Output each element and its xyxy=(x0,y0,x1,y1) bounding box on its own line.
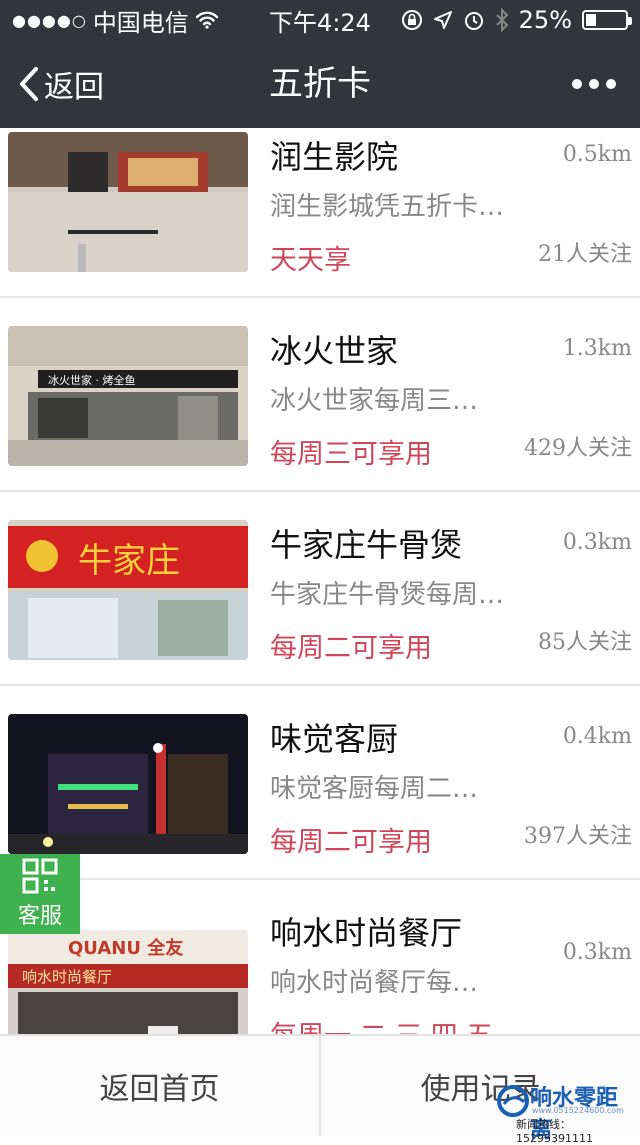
shop-sign-text: 牛家庄 xyxy=(78,541,180,581)
shop-sign-text: 响水时尚餐厅 xyxy=(22,968,112,986)
shop-sign-text: 冰火世家 · 烤全鱼 xyxy=(48,373,136,387)
watermark-hotline: 新闻热线：15295391111 xyxy=(516,1118,593,1145)
list-item[interactable]: 牛家庄 牛家庄牛骨煲 0.3km 牛家庄牛骨煲每周… 每周二可享用 85人关注 xyxy=(0,492,640,686)
shop-description: 味觉客厨每周二… xyxy=(270,774,479,804)
shop-followers: 21人关注 xyxy=(538,242,632,267)
shop-tag: 每周一 二 三 四 五 xyxy=(270,1014,493,1034)
shop-name: 味觉客厨 xyxy=(270,720,399,758)
shop-distance: 1.3km xyxy=(562,336,632,361)
battery-percent: 25% xyxy=(518,6,572,34)
shop-distance: 0.3km xyxy=(562,940,632,965)
rotation-lock-icon xyxy=(401,10,422,30)
more-dot-icon xyxy=(606,79,616,89)
shop-tag: 每周二可享用 xyxy=(270,827,432,858)
bluetooth-icon xyxy=(495,8,509,32)
shop-thumbnail: 牛家庄 xyxy=(8,520,248,660)
shop-tag: 每周三可享用 xyxy=(270,439,432,470)
shop-distance: 0.5km xyxy=(562,142,632,167)
shop-list: 润生影院 0.5km 润生影城凭五折卡… 天天享 21人关注 冰火世家 · 烤全… xyxy=(0,128,640,1034)
list-item[interactable]: 味觉客厨 0.4km 味觉客厨每周二… 每周二可享用 397人关注 xyxy=(0,686,640,880)
location-icon xyxy=(433,11,452,29)
battery-icon xyxy=(582,10,632,30)
shop-thumbnail: 冰火世家 · 烤全鱼 xyxy=(8,326,248,466)
shop-name: 冰火世家 xyxy=(270,332,399,370)
nav-bar: 返回 五折卡 xyxy=(0,40,640,128)
shop-distance: 0.3km xyxy=(562,530,632,555)
list-item[interactable]: QUANU 全友 响水时尚餐厅 响水时尚餐厅 0.3km 响水时尚餐厅每… 每周… xyxy=(0,880,640,1034)
customer-service-label: 客服 xyxy=(17,904,62,929)
shop-description: 冰火世家每周三… xyxy=(270,386,479,416)
list-item[interactable]: 冰火世家 · 烤全鱼 冰火世家 1.3km 冰火世家每周三… 每周三可享用 42… xyxy=(0,298,640,492)
shop-tag: 每周二可享用 xyxy=(270,633,432,664)
shop-description: 牛家庄牛骨煲每周… xyxy=(270,580,505,610)
customer-service-button[interactable]: 客服 xyxy=(0,854,80,934)
more-dot-icon xyxy=(572,79,582,89)
shop-thumbnail xyxy=(8,132,248,272)
watermark: 响水零距离 www.0515224600.com 新闻热线：1529539111… xyxy=(496,1080,634,1145)
shop-name: 牛家庄牛骨煲 xyxy=(270,526,463,564)
watermark-logo-icon xyxy=(497,1085,529,1117)
watermark-url: www.0515224600.com xyxy=(532,1106,624,1115)
shop-tag: 天天享 xyxy=(270,245,351,276)
shop-description: 润生影城凭五折卡… xyxy=(270,192,505,222)
tab-home[interactable]: 返回首页 xyxy=(0,1036,319,1136)
status-bar: ●●●●○ 中国电信 下午4:24 25% xyxy=(0,0,640,40)
shop-description: 响水时尚餐厅每… xyxy=(270,968,479,998)
shop-name: 响水时尚餐厅 xyxy=(270,914,463,952)
more-button[interactable] xyxy=(572,40,616,128)
shop-brand-text: QUANU 全友 xyxy=(68,937,183,959)
list-item[interactable]: 润生影院 0.5km 润生影城凭五折卡… 天天享 21人关注 xyxy=(0,128,640,298)
shop-followers: 429人关注 xyxy=(524,436,632,461)
shop-name: 润生影院 xyxy=(270,138,399,176)
qrcode-icon xyxy=(22,858,58,894)
shop-followers: 397人关注 xyxy=(524,824,632,849)
shop-followers: 85人关注 xyxy=(538,630,632,655)
shop-thumbnail: QUANU 全友 响水时尚餐厅 xyxy=(8,930,248,1034)
shop-thumbnail xyxy=(8,714,248,854)
more-dot-icon xyxy=(589,79,599,89)
shop-distance: 0.4km xyxy=(562,724,632,749)
page-title: 五折卡 xyxy=(269,64,371,104)
battery-fill xyxy=(586,14,596,26)
alarm-icon xyxy=(464,12,483,30)
